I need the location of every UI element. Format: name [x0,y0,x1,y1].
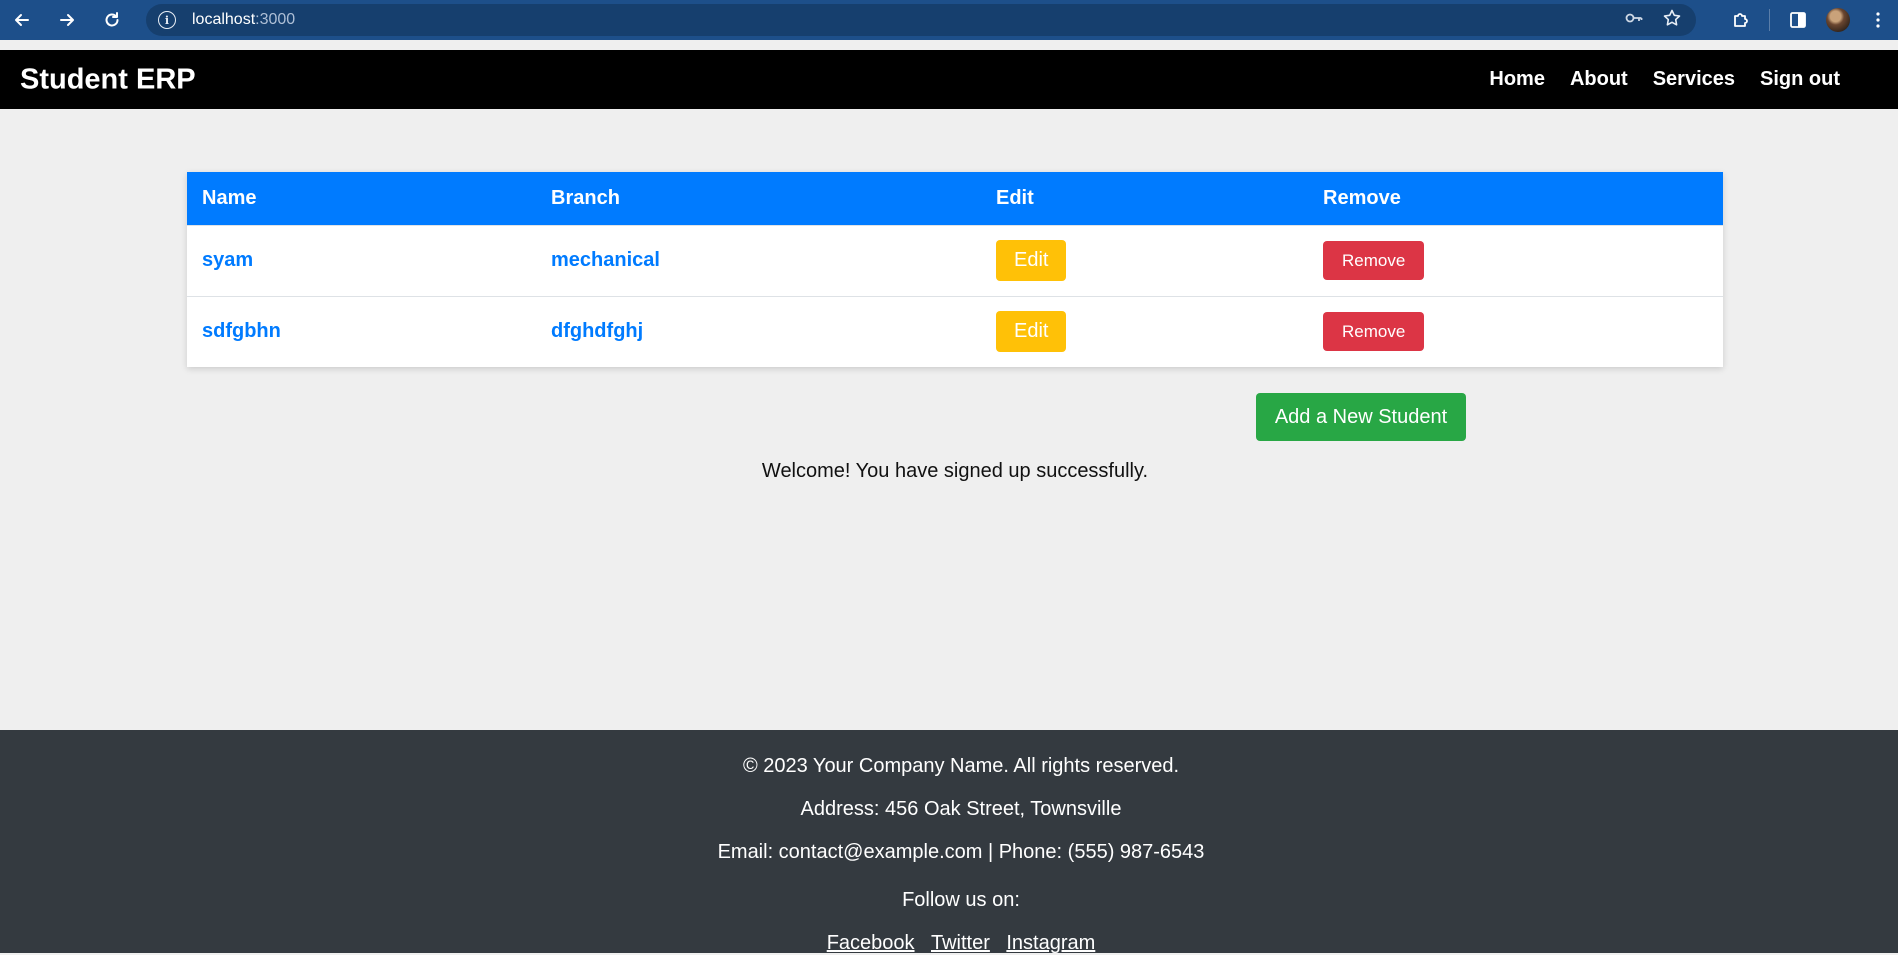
flash-message: Welcome! You have signed up successfully… [761,460,1149,482]
footer-copyright: © 2023 Your Company Name. All rights res… [742,755,1180,777]
browser-toolbar: i localhost:3000 [0,0,1898,40]
social-twitter-link[interactable]: Twitter [931,932,990,954]
remove-cell: Remove [1308,295,1723,367]
footer-follow-label: Follow us on: [902,889,1020,911]
nav-about[interactable]: About [1570,68,1628,91]
add-student-button[interactable]: Add a New Student [1256,393,1466,441]
edit-button[interactable]: Edit [996,311,1067,353]
student-branch: dfghdfghj [536,295,981,367]
back-icon[interactable] [6,4,38,36]
social-facebook-link[interactable]: Facebook [827,932,915,954]
reload-icon[interactable] [96,4,128,36]
address-bar[interactable]: i localhost:3000 [146,4,1696,36]
nav-services[interactable]: Services [1653,68,1735,91]
students-table: Name Branch Edit Remove syam mechanical … [187,172,1723,367]
header-name: Name [187,172,536,225]
nav-links: Home About Services Sign out [1489,50,1840,109]
forward-icon[interactable] [51,4,83,36]
nav-sign-out[interactable]: Sign out [1760,68,1840,91]
menu-kebab-icon[interactable] [1858,0,1898,40]
toolbar-divider [1769,9,1770,31]
url-text[interactable]: localhost:3000 [192,11,295,29]
brand-title[interactable]: Student ERP [20,63,196,96]
footer-address: Address: 456 Oak Street, Townsville [800,798,1122,820]
table-row: syam mechanical Edit Remove [187,224,1723,296]
edit-cell: Edit [981,295,1308,367]
profile-avatar[interactable] [1818,0,1858,40]
social-instagram-link[interactable]: Instagram [1006,932,1095,954]
extensions-icon[interactable] [1721,0,1761,40]
header-edit: Edit [981,172,1308,225]
side-panel-icon[interactable] [1778,0,1818,40]
edit-button[interactable]: Edit [996,240,1067,281]
header-remove: Remove [1308,172,1723,225]
bookmark-star-icon[interactable] [1662,8,1682,33]
remove-cell: Remove [1308,224,1723,296]
edit-cell: Edit [981,224,1308,296]
table-header-row: Name Branch Edit Remove [187,172,1723,225]
footer-contact: Email: contact@example.com | Phone: (555… [717,841,1205,863]
student-branch: mechanical [536,224,981,296]
header-branch: Branch [536,172,981,225]
site-info-icon[interactable]: i [158,11,176,29]
remove-button[interactable]: Remove [1323,241,1425,280]
table-row: sdfgbhn dfghdfghj Edit Remove [187,295,1723,367]
nav-home[interactable]: Home [1489,68,1545,91]
student-name: syam [187,224,536,296]
remove-button[interactable]: Remove [1323,312,1425,352]
student-name: sdfgbhn [187,295,536,367]
page-footer: © 2023 Your Company Name. All rights res… [0,730,1898,955]
social-links: Facebook Twitter Instagram [0,932,1898,955]
app-navbar: Student ERP Home About Services Sign out [0,50,1898,109]
password-key-icon[interactable] [1624,8,1644,33]
